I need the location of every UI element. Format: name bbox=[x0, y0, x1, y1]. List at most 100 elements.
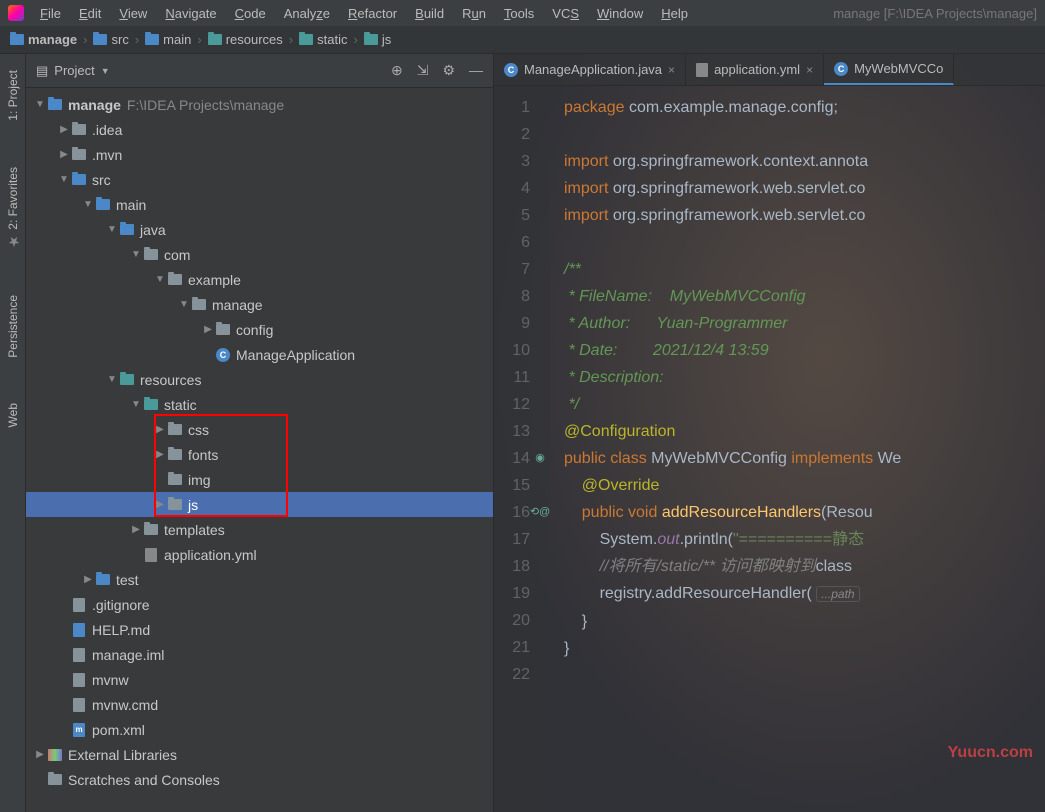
menu-vcs[interactable]: VCS bbox=[544, 4, 587, 23]
menu-tools[interactable]: Tools bbox=[496, 4, 542, 23]
sidebar-tab-persistence[interactable]: Persistence bbox=[4, 287, 22, 366]
tree-row[interactable]: config bbox=[26, 317, 493, 342]
tree-row[interactable]: manage bbox=[26, 292, 493, 317]
tree-row[interactable]: HELP.md bbox=[26, 617, 493, 642]
expand-arrow-icon[interactable] bbox=[130, 249, 142, 260]
tree-row[interactable]: static bbox=[26, 392, 493, 417]
line-number: 6 bbox=[498, 229, 530, 256]
menubar: File Edit View Navigate Code Analyze Ref… bbox=[0, 0, 1045, 26]
project-tree[interactable]: manageF:\IDEA Projects\manage.idea.mvnsr… bbox=[26, 88, 493, 812]
expand-arrow-icon[interactable] bbox=[178, 299, 190, 310]
tree-row[interactable]: mvnw bbox=[26, 667, 493, 692]
tree-row[interactable]: java bbox=[26, 217, 493, 242]
breadcrumb-item[interactable]: static bbox=[299, 32, 347, 47]
hide-icon[interactable]: — bbox=[469, 62, 483, 79]
override-icon[interactable]: ⟲@ bbox=[530, 499, 550, 526]
menu-view[interactable]: View bbox=[111, 4, 155, 23]
expand-arrow-icon[interactable] bbox=[154, 274, 166, 285]
class-icon: C bbox=[504, 63, 518, 77]
expand-arrow-icon[interactable] bbox=[58, 149, 70, 160]
expand-arrow-icon[interactable] bbox=[154, 449, 166, 460]
chevron-right-icon: › bbox=[135, 32, 139, 47]
tree-row[interactable]: fonts bbox=[26, 442, 493, 467]
line-number: 3 bbox=[498, 148, 530, 175]
editor-tab[interactable]: CManageApplication.java× bbox=[494, 54, 686, 85]
expand-arrow-icon[interactable] bbox=[106, 224, 118, 235]
tree-row[interactable]: img bbox=[26, 467, 493, 492]
tree-row[interactable]: manage.iml bbox=[26, 642, 493, 667]
tree-row[interactable]: resources bbox=[26, 367, 493, 392]
tree-row[interactable]: mvnw.cmd bbox=[26, 692, 493, 717]
expand-arrow-icon[interactable] bbox=[34, 99, 46, 110]
chevron-down-icon: ▼ bbox=[101, 66, 110, 76]
expand-arrow-icon[interactable] bbox=[82, 574, 94, 585]
tree-row[interactable]: .gitignore bbox=[26, 592, 493, 617]
breadcrumb-item[interactable]: manage bbox=[10, 32, 77, 47]
project-panel-header: ▤ Project ▼ ⊕ ⇲ ⚙ — bbox=[26, 54, 493, 88]
collapse-icon[interactable]: ⇲ bbox=[417, 62, 429, 79]
expand-arrow-icon[interactable] bbox=[154, 499, 166, 510]
tree-row[interactable]: application.yml bbox=[26, 542, 493, 567]
folder-blue-icon bbox=[94, 574, 112, 585]
menu-run[interactable]: Run bbox=[454, 4, 494, 23]
tree-row[interactable]: External Libraries bbox=[26, 742, 493, 767]
expand-arrow-icon[interactable] bbox=[106, 374, 118, 385]
tree-row[interactable]: templates bbox=[26, 517, 493, 542]
menu-window[interactable]: Window bbox=[589, 4, 651, 23]
breadcrumb-item[interactable]: js bbox=[364, 32, 391, 47]
expand-arrow-icon[interactable] bbox=[154, 424, 166, 435]
tree-row[interactable]: mpom.xml bbox=[26, 717, 493, 742]
tree-row[interactable]: .idea bbox=[26, 117, 493, 142]
menu-edit[interactable]: Edit bbox=[71, 4, 109, 23]
sidebar-tab-project[interactable]: 1: Project bbox=[4, 62, 22, 129]
line-number: 1 bbox=[498, 94, 530, 121]
expand-arrow-icon[interactable] bbox=[202, 324, 214, 335]
editor-tab[interactable]: application.yml× bbox=[686, 54, 824, 85]
expand-arrow-icon[interactable] bbox=[130, 399, 142, 410]
code-content[interactable]: package com.example.manage.config; impor… bbox=[550, 86, 901, 812]
expand-arrow-icon[interactable] bbox=[34, 749, 46, 760]
class-icon: C bbox=[214, 348, 232, 362]
expand-arrow-icon[interactable] bbox=[58, 174, 70, 185]
code-editor[interactable]: ◉⟲@ 12345678910111213141516171819202122 … bbox=[494, 86, 1045, 812]
project-view-selector[interactable]: ▤ Project ▼ bbox=[36, 63, 110, 79]
close-icon[interactable]: × bbox=[806, 63, 813, 77]
tree-row[interactable]: .mvn bbox=[26, 142, 493, 167]
tree-row[interactable]: main bbox=[26, 192, 493, 217]
tree-row[interactable]: C ManageApplication bbox=[26, 342, 493, 367]
sidebar-tab-favorites[interactable]: ★ 2: Favorites bbox=[3, 159, 23, 257]
menu-help[interactable]: Help bbox=[653, 4, 696, 23]
menu-file[interactable]: File bbox=[32, 4, 69, 23]
expand-arrow-icon[interactable] bbox=[58, 124, 70, 135]
tree-row[interactable]: example bbox=[26, 267, 493, 292]
tree-row[interactable]: Scratches and Consoles bbox=[26, 767, 493, 792]
menu-navigate[interactable]: Navigate bbox=[157, 4, 224, 23]
tree-label: fonts bbox=[188, 447, 218, 463]
sidebar-tab-web[interactable]: Web bbox=[4, 395, 22, 435]
tree-label: ManageApplication bbox=[236, 347, 355, 363]
gear-icon[interactable]: ⚙ bbox=[442, 62, 455, 79]
tree-label: js bbox=[188, 497, 198, 513]
menu-refactor[interactable]: Refactor bbox=[340, 4, 405, 23]
tree-row[interactable]: src bbox=[26, 167, 493, 192]
line-number: 21 bbox=[498, 634, 530, 661]
tree-row[interactable]: js bbox=[26, 492, 493, 517]
breadcrumb-item[interactable]: main bbox=[145, 32, 191, 47]
menu-build[interactable]: Build bbox=[407, 4, 452, 23]
implement-icon[interactable]: ◉ bbox=[535, 445, 545, 472]
breadcrumb-item[interactable]: resources bbox=[208, 32, 283, 47]
editor-tab[interactable]: CMyWebMVCCo bbox=[824, 54, 954, 85]
folder-icon bbox=[70, 124, 88, 135]
close-icon[interactable]: × bbox=[668, 63, 675, 77]
tree-row[interactable]: css bbox=[26, 417, 493, 442]
expand-arrow-icon[interactable] bbox=[130, 524, 142, 535]
expand-arrow-icon[interactable] bbox=[82, 199, 94, 210]
menu-analyze[interactable]: Analyze bbox=[276, 4, 338, 23]
tree-row[interactable]: com bbox=[26, 242, 493, 267]
locate-icon[interactable]: ⊕ bbox=[391, 62, 403, 79]
tree-row[interactable]: manageF:\IDEA Projects\manage bbox=[26, 92, 493, 117]
menu-code[interactable]: Code bbox=[227, 4, 274, 23]
tree-row[interactable]: test bbox=[26, 567, 493, 592]
breadcrumb-item[interactable]: src bbox=[93, 32, 128, 47]
pom-icon: m bbox=[70, 723, 88, 737]
